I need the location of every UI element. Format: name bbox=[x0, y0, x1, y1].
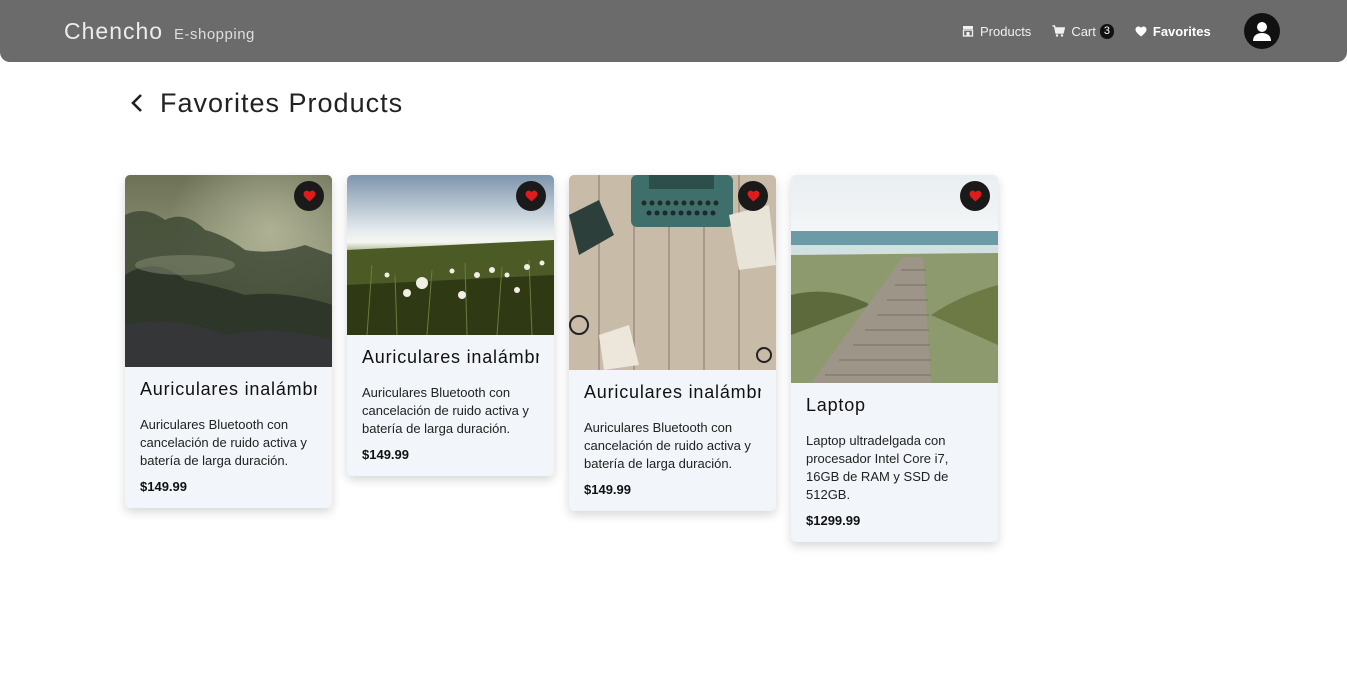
heart-icon bbox=[969, 190, 981, 202]
nav-cart-link[interactable]: Cart 3 bbox=[1052, 23, 1114, 39]
favorite-toggle-button[interactable] bbox=[294, 181, 324, 211]
page-title: Favorites Products bbox=[160, 87, 404, 118]
heart-icon bbox=[303, 190, 315, 202]
nav-products-label: Products bbox=[980, 23, 1032, 39]
favorite-toggle-button[interactable] bbox=[516, 181, 546, 211]
product-card[interactable]: Auriculares inalámbricos Auriculares Blu… bbox=[347, 175, 554, 476]
product-card-body: Laptop Laptop ultradelgada con procesado… bbox=[791, 383, 998, 542]
heart-icon bbox=[525, 190, 537, 202]
heart-icon bbox=[747, 190, 759, 202]
nav-products-link[interactable]: Products bbox=[962, 24, 1031, 39]
favorite-toggle-button[interactable] bbox=[738, 181, 768, 211]
nav-favorites-label: Favorites bbox=[1152, 23, 1211, 39]
product-card-body: Auriculares inalámbricos Auriculares Blu… bbox=[125, 367, 332, 508]
product-card-body: Auriculares inalámbricos Auriculares Blu… bbox=[347, 335, 554, 476]
product-price: $149.99 bbox=[362, 447, 409, 462]
product-card-body: Auriculares inalámbricos Auriculares Blu… bbox=[569, 370, 776, 511]
brand-tagline: E-shopping bbox=[174, 26, 255, 43]
product-card[interactable]: Auriculares inalámbricos Auriculares Blu… bbox=[569, 175, 776, 511]
chevron-left-icon bbox=[131, 94, 142, 112]
page-header: Favorites Products bbox=[130, 86, 403, 120]
cart-count-badge: 3 bbox=[1099, 23, 1114, 39]
product-description: Auriculares Bluetooth con cancelación de… bbox=[362, 385, 529, 436]
heart-icon bbox=[1135, 26, 1147, 36]
product-title: Auriculares inalámbricos bbox=[362, 347, 539, 367]
product-card[interactable]: Auriculares inalámbricos Auriculares Blu… bbox=[125, 175, 332, 508]
product-price: $1299.99 bbox=[806, 513, 861, 528]
nav-favorites-link[interactable]: Favorites bbox=[1135, 24, 1211, 39]
product-description: Auriculares Bluetooth con cancelación de… bbox=[584, 420, 751, 471]
product-title: Auriculares inalámbricos bbox=[140, 379, 317, 399]
product-image bbox=[569, 175, 776, 370]
brand-logo[interactable]: Chencho bbox=[64, 18, 163, 45]
product-description: Laptop ultradelgada con procesador Intel… bbox=[806, 433, 949, 502]
navbar: Chencho E-shopping Products Cart 3 Favor… bbox=[0, 0, 1347, 62]
nav-links: Products Cart 3 Favorites bbox=[962, 0, 1232, 62]
product-title: Laptop bbox=[806, 395, 866, 415]
user-icon bbox=[1253, 22, 1271, 41]
back-button[interactable] bbox=[130, 88, 152, 118]
user-avatar-button[interactable] bbox=[1244, 13, 1280, 49]
favorite-toggle-button[interactable] bbox=[960, 181, 990, 211]
nav-cart-label: Cart bbox=[1071, 23, 1096, 39]
cart-icon bbox=[1052, 25, 1066, 37]
product-description: Auriculares Bluetooth con cancelación de… bbox=[140, 417, 307, 468]
product-price: $149.99 bbox=[584, 482, 631, 497]
product-image bbox=[125, 175, 332, 367]
product-image bbox=[347, 175, 554, 335]
product-price: $149.99 bbox=[140, 479, 187, 494]
store-icon bbox=[962, 26, 974, 37]
product-title: Auriculares inalámbricos bbox=[584, 382, 761, 402]
product-image bbox=[791, 175, 998, 383]
product-card[interactable]: Laptop Laptop ultradelgada con procesado… bbox=[791, 175, 998, 542]
